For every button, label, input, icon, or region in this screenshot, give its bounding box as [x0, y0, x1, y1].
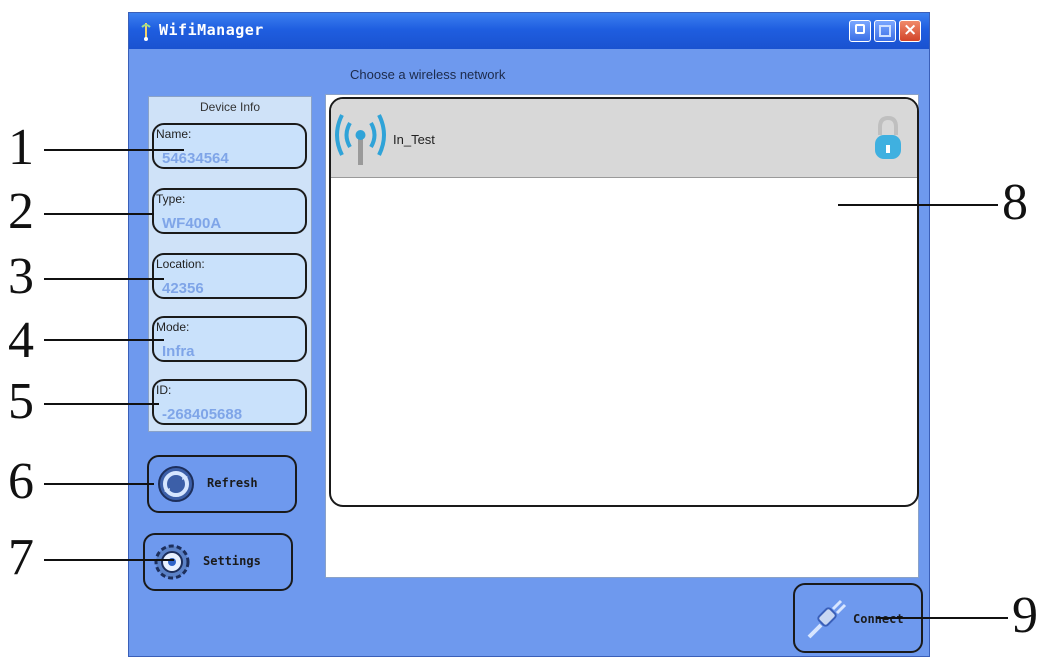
callout-number-1: 1: [8, 119, 34, 176]
network-row[interactable]: In_Test: [331, 99, 917, 178]
maximize-button[interactable]: [874, 20, 896, 42]
callout-line-4: [44, 339, 164, 341]
device-id-value: -268405688: [162, 406, 243, 423]
callout-number-5: 5: [8, 373, 34, 430]
device-name-value: 54634564: [162, 150, 229, 167]
settings-label: Settings: [203, 554, 261, 568]
device-info-panel: Device Info Name: 54634564 Type: WF400A …: [148, 96, 312, 432]
callout-line-2: [44, 213, 154, 215]
device-type-value: WF400A: [162, 215, 222, 232]
choose-network-label: Choose a wireless network: [350, 67, 506, 82]
callout-number-7: 7: [8, 529, 34, 586]
plug-icon: [807, 599, 847, 639]
device-type-field: Type: WF400A: [152, 188, 307, 234]
device-name-field: Name: 54634564: [152, 123, 307, 169]
device-name-label: Name:: [156, 127, 192, 141]
callout-line-8: [838, 204, 998, 206]
device-id-field: ID: -268405688: [152, 379, 307, 425]
device-type-label: Type:: [156, 192, 186, 206]
device-id-label: ID:: [156, 383, 172, 397]
refresh-label: Refresh: [207, 476, 258, 490]
network-list-callout-box: In_Test: [329, 97, 919, 507]
callout-number-9: 9: [1012, 587, 1038, 644]
callout-line-9: [876, 617, 1008, 619]
wifi-signal-icon: [335, 114, 386, 165]
device-mode-label: Mode:: [156, 320, 190, 334]
lock-icon: [875, 115, 901, 159]
window-title: WifiManager: [159, 21, 264, 39]
close-button[interactable]: ×: [899, 20, 921, 42]
network-list[interactable]: In_Test: [325, 94, 919, 578]
callout-number-4: 4: [8, 312, 34, 369]
close-icon: ×: [903, 20, 918, 40]
callout-line-7: [44, 559, 174, 561]
title-bar[interactable]: WifiManager ×: [129, 13, 929, 49]
device-info-title: Device Info: [199, 100, 261, 114]
device-location-value: 42356: [162, 280, 204, 297]
device-location-label: Location:: [156, 257, 205, 271]
callout-line-5: [44, 403, 159, 405]
refresh-button[interactable]: Refresh: [147, 455, 297, 513]
refresh-icon: [158, 466, 194, 502]
maximize-icon: [879, 25, 891, 37]
callout-number-8: 8: [1002, 174, 1028, 231]
callout-line-3: [44, 278, 164, 280]
minimize-button[interactable]: [849, 20, 871, 42]
callout-number-3: 3: [8, 248, 34, 305]
callout-line-6: [44, 483, 154, 485]
app-icon: [141, 23, 151, 41]
wifimanager-window: WifiManager × Choose a wireless network …: [128, 12, 930, 657]
device-mode-value: Infra: [162, 343, 195, 360]
settings-button[interactable]: Settings: [143, 533, 293, 591]
network-ssid: In_Test: [393, 132, 435, 147]
device-mode-field: Mode: Infra: [152, 316, 307, 362]
callout-number-6: 6: [8, 453, 34, 510]
device-location-field: Location: 42356: [152, 253, 307, 299]
connect-label: Connect: [853, 612, 904, 626]
gear-icon: [154, 544, 190, 580]
callout-line-1: [44, 149, 184, 151]
callout-number-2: 2: [8, 183, 34, 240]
minimize-icon: [855, 24, 865, 34]
